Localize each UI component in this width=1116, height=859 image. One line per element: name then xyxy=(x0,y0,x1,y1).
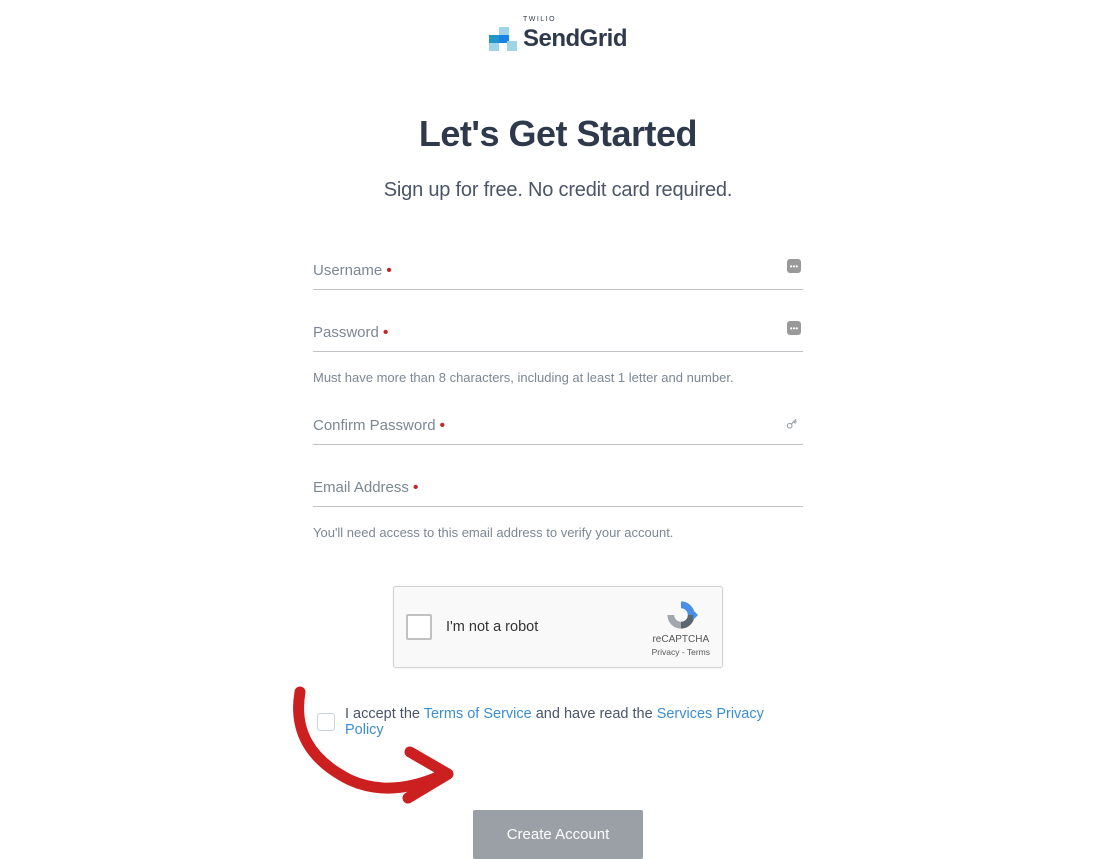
recaptcha-label: I'm not a robot xyxy=(446,619,652,635)
signup-form: Username• ••• Password• ••• Must have mo… xyxy=(313,256,803,859)
page-subheading: Sign up for free. No credit card require… xyxy=(384,179,732,202)
recaptcha-brand: reCAPTCHA Privacy - Terms xyxy=(652,598,710,657)
username-input[interactable] xyxy=(313,256,803,290)
tos-text: I accept the Terms of Service and have r… xyxy=(345,706,803,738)
username-field-group: Username• ••• xyxy=(313,256,803,290)
confirm-password-input[interactable] xyxy=(313,411,803,445)
password-field-group: Password• ••• xyxy=(313,318,803,352)
email-hint: You'll need access to this email address… xyxy=(313,525,803,540)
recaptcha-checkbox[interactable] xyxy=(406,614,432,640)
password-manager-icon[interactable]: ••• xyxy=(787,259,801,273)
recaptcha-links[interactable]: Privacy - Terms xyxy=(652,647,710,657)
password-hint: Must have more than 8 characters, includ… xyxy=(313,370,803,385)
tos-row: I accept the Terms of Service and have r… xyxy=(313,706,803,738)
logo-brand-small: TWILIO xyxy=(523,16,556,23)
key-icon xyxy=(785,417,799,431)
email-field-group: Email Address• xyxy=(313,473,803,507)
password-manager-icon[interactable]: ••• xyxy=(787,321,801,335)
create-account-button[interactable]: Create Account xyxy=(473,810,644,859)
tos-checkbox[interactable] xyxy=(317,713,335,731)
recaptcha-brand-text: reCAPTCHA xyxy=(652,634,709,645)
email-input[interactable] xyxy=(313,473,803,507)
password-input[interactable] xyxy=(313,318,803,352)
submit-row: Create Account xyxy=(313,810,803,859)
confirm-password-field-group: Confirm Password• xyxy=(313,411,803,445)
signup-page: TWILIO SendGrid Let's Get Started Sign u… xyxy=(0,0,1116,859)
recaptcha-widget: I'm not a robot reCAPTCHA Privacy - Term… xyxy=(393,586,723,668)
logo: TWILIO SendGrid xyxy=(489,16,627,53)
terms-of-service-link[interactable]: Terms of Service xyxy=(424,706,532,722)
recaptcha-container: I'm not a robot reCAPTCHA Privacy - Term… xyxy=(313,586,803,668)
logo-brand-main: SendGrid xyxy=(523,25,627,53)
sendgrid-logo-icon xyxy=(489,27,517,51)
page-heading: Let's Get Started xyxy=(419,113,697,155)
recaptcha-logo-icon xyxy=(664,598,698,632)
